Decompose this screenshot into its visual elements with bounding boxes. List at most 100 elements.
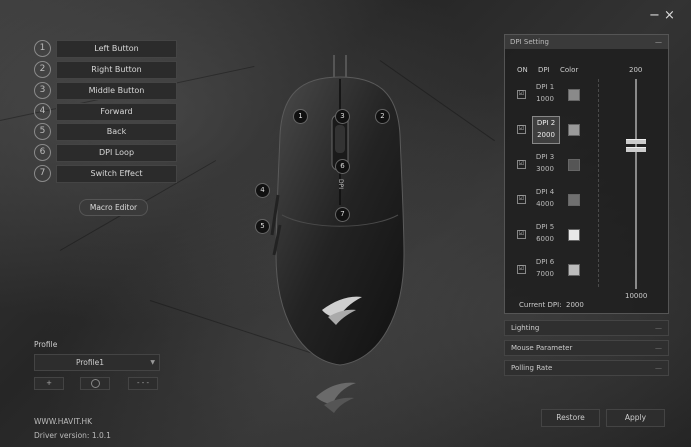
- dpi-color-swatch[interactable]: [568, 194, 580, 206]
- profile-select-value: Profile1: [75, 358, 105, 367]
- dpi-level-name: DPI 5: [535, 223, 555, 231]
- dpi-slider-track[interactable]: [635, 79, 637, 289]
- dpi-enable-checkbox[interactable]: ☑: [517, 160, 526, 169]
- dpi-row: ☑ DPI 4 4000: [517, 186, 587, 214]
- section-mouse-parameter[interactable]: Mouse Parameter —: [504, 340, 669, 356]
- left-button-assign[interactable]: Left Button: [56, 40, 177, 58]
- dpi-level-name: DPI 1: [535, 83, 555, 91]
- button-row: 4 Forward: [34, 103, 177, 121]
- expand-icon: —: [655, 364, 662, 372]
- dpi-enable-checkbox[interactable]: ☑: [517, 265, 526, 274]
- profile-select[interactable]: Profile1 ▼: [34, 354, 160, 371]
- dpi-level-button[interactable]: DPI 6 7000: [532, 256, 558, 282]
- column-header-color: Color: [560, 66, 579, 74]
- switch-effect-button-assign[interactable]: Switch Effect: [56, 165, 177, 183]
- section-label: Polling Rate: [511, 364, 553, 372]
- remove-circle-icon: [90, 378, 100, 388]
- dpi-color-swatch[interactable]: [568, 229, 580, 241]
- button-number-badge: 4: [34, 103, 51, 120]
- mouse-button-marker: 6: [335, 159, 350, 174]
- dpi-level-value: 3000: [536, 165, 554, 173]
- mouse-dpi-label: DPI: [337, 179, 344, 190]
- minimize-icon[interactable]: −: [649, 9, 660, 22]
- current-dpi-readout: Current DPI: 2000: [519, 301, 584, 309]
- dpi-level-value: 7000: [536, 270, 554, 278]
- close-icon[interactable]: ×: [664, 9, 675, 22]
- dpi-color-swatch[interactable]: [568, 89, 580, 101]
- dpi-level-name: DPI 2: [536, 119, 556, 127]
- mouse-button-marker: 3: [335, 109, 350, 124]
- expand-icon: —: [655, 324, 662, 332]
- restore-button[interactable]: Restore: [541, 409, 600, 427]
- dpi-level-button[interactable]: DPI 4 4000: [532, 186, 558, 212]
- button-row: 6 DPI Loop: [34, 144, 177, 162]
- button-row: 7 Switch Effect: [34, 165, 177, 183]
- driver-version: Driver version: 1.0.1: [34, 431, 111, 440]
- dpi-row: ☑ DPI 2 2000: [517, 116, 587, 144]
- dpi-level-value: 1000: [536, 95, 554, 103]
- mouse-button-marker: 5: [255, 219, 270, 234]
- havit-logo-icon: [316, 382, 356, 413]
- dpi-row: ☑ DPI 5 6000: [517, 221, 587, 249]
- dpi-slider-handle[interactable]: [626, 139, 646, 144]
- column-header-on: ON: [517, 66, 528, 74]
- section-polling-rate[interactable]: Polling Rate —: [504, 360, 669, 376]
- section-label: Mouse Parameter: [511, 344, 573, 352]
- dpi-level-button[interactable]: DPI 5 6000: [532, 221, 558, 247]
- dpi-enable-checkbox[interactable]: ☑: [517, 195, 526, 204]
- chevron-down-icon: ▼: [150, 359, 155, 366]
- dpi-color-swatch[interactable]: [568, 159, 580, 171]
- dpi-level-value: 4000: [536, 200, 554, 208]
- add-profile-button[interactable]: +: [34, 377, 64, 390]
- dpi-color-swatch[interactable]: [568, 124, 580, 136]
- mouse-button-marker: 4: [255, 183, 270, 198]
- collapse-icon[interactable]: —: [655, 35, 662, 49]
- back-button-assign[interactable]: Back: [56, 123, 177, 141]
- dpi-color-swatch[interactable]: [568, 264, 580, 276]
- profile-label: Profile: [34, 340, 58, 349]
- dpi-row: ☑ DPI 3 3000: [517, 151, 587, 179]
- dpi-enable-checkbox[interactable]: ☑: [517, 90, 526, 99]
- dpi-panel-title: DPI Setting: [510, 38, 549, 46]
- button-row: 2 Right Button: [34, 61, 177, 79]
- current-dpi-value: 2000: [566, 301, 584, 309]
- mouse-button-marker: 2: [375, 109, 390, 124]
- slider-min-label: 10000: [625, 292, 648, 300]
- button-number-badge: 2: [34, 61, 51, 78]
- dpi-level-button-selected[interactable]: DPI 2 2000: [532, 116, 560, 144]
- macro-editor-button[interactable]: Macro Editor: [79, 199, 148, 216]
- dpi-level-button[interactable]: DPI 1 1000: [532, 81, 558, 107]
- dpi-level-button[interactable]: DPI 3 3000: [532, 151, 558, 177]
- dpi-panel-header[interactable]: DPI Setting —: [505, 35, 668, 49]
- dpi-enable-checkbox[interactable]: ☑: [517, 125, 526, 134]
- middle-button-assign[interactable]: Middle Button: [56, 82, 177, 100]
- column-header-dpi: DPI: [538, 66, 550, 74]
- section-label: Lighting: [511, 324, 540, 332]
- dpi-level-value: 2000: [537, 131, 555, 139]
- dpi-slider-handle[interactable]: [626, 147, 646, 152]
- dpi-enable-checkbox[interactable]: ☑: [517, 230, 526, 239]
- forward-button-assign[interactable]: Forward: [56, 103, 177, 121]
- button-row: 1 Left Button: [34, 40, 177, 58]
- section-lighting[interactable]: Lighting —: [504, 320, 669, 336]
- website-link[interactable]: WWW.HAVIT.HK: [34, 417, 92, 426]
- divider: [598, 79, 599, 287]
- profile-more-button[interactable]: - - -: [128, 377, 158, 390]
- dpi-setting-panel: DPI Setting — ON DPI Color ☑ DPI 1 1000 ☑…: [504, 34, 669, 314]
- button-row: 5 Back: [34, 123, 177, 141]
- apply-button[interactable]: Apply: [606, 409, 665, 427]
- expand-icon: —: [655, 344, 662, 352]
- dpi-level-name: DPI 3: [535, 153, 555, 161]
- dpi-level-name: DPI 4: [535, 188, 555, 196]
- button-number-badge: 1: [34, 40, 51, 57]
- button-number-badge: 7: [34, 165, 51, 182]
- dpi-loop-button-assign[interactable]: DPI Loop: [56, 144, 177, 162]
- button-row: 3 Middle Button: [34, 82, 177, 100]
- dpi-level-name: DPI 6: [535, 258, 555, 266]
- remove-profile-button[interactable]: [80, 377, 110, 390]
- right-button-assign[interactable]: Right Button: [56, 61, 177, 79]
- mouse-button-marker: 1: [293, 109, 308, 124]
- dpi-level-value: 6000: [536, 235, 554, 243]
- button-number-badge: 5: [34, 123, 51, 140]
- dpi-row: ☑ DPI 1 1000: [517, 81, 587, 109]
